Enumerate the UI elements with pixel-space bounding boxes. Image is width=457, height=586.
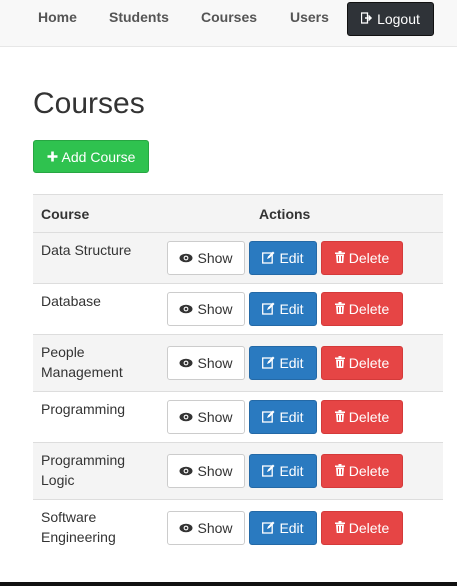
course-name: Database xyxy=(33,283,167,335)
table-row: Programming Show Edit Delete xyxy=(33,391,443,443)
column-header-course: Course xyxy=(33,194,167,233)
edit-icon xyxy=(262,464,275,479)
course-name: Data Structure xyxy=(33,232,167,284)
edit-button[interactable]: Edit xyxy=(249,400,317,434)
delete-button[interactable]: Delete xyxy=(321,346,403,380)
navbar: Home Students Courses Users Logout xyxy=(0,0,457,47)
eye-icon xyxy=(179,356,193,370)
edit-icon xyxy=(262,356,275,371)
trash-icon xyxy=(334,251,345,265)
logout-button[interactable]: Logout xyxy=(347,2,434,36)
edit-icon xyxy=(262,302,275,317)
delete-button[interactable]: Delete xyxy=(321,511,403,546)
nav-home[interactable]: Home xyxy=(38,8,77,26)
delete-button[interactable]: Delete xyxy=(321,241,403,275)
show-button[interactable]: Show xyxy=(167,454,245,488)
show-button[interactable]: Show xyxy=(167,511,245,546)
table-row: Database Show Edit Delete xyxy=(33,283,443,335)
course-name: Software Engineering xyxy=(33,499,167,557)
table-row: People Management Show Edit Delete xyxy=(33,334,443,392)
show-button[interactable]: Show xyxy=(167,400,245,434)
eye-icon xyxy=(179,302,193,316)
trash-icon xyxy=(334,302,345,316)
add-course-button[interactable]: Add Course xyxy=(33,140,149,173)
eye-icon xyxy=(179,521,193,535)
courses-table: Course Actions Data Structure Show Edit … xyxy=(33,194,443,557)
course-name: People Management xyxy=(33,334,167,392)
edit-icon xyxy=(262,251,275,266)
delete-button[interactable]: Delete xyxy=(321,292,403,326)
edit-icon xyxy=(262,410,275,425)
table-row: Data Structure Show Edit Delete xyxy=(33,232,443,284)
table-row: Programming Logic Show Edit Delete xyxy=(33,442,443,500)
show-button[interactable]: Show xyxy=(167,346,245,380)
edit-button[interactable]: Edit xyxy=(249,292,317,326)
show-button[interactable]: Show xyxy=(167,241,245,275)
add-course-label: Add Course xyxy=(61,148,136,165)
trash-icon xyxy=(334,410,345,424)
delete-button[interactable]: Delete xyxy=(321,400,403,434)
nav-users[interactable]: Users xyxy=(290,8,329,26)
edit-icon xyxy=(262,521,275,536)
edit-button[interactable]: Edit xyxy=(249,346,317,380)
table-row: Software Engineering Show Edit Delete xyxy=(33,499,443,557)
eye-icon xyxy=(179,251,193,265)
page-title: Courses xyxy=(33,87,145,120)
nav-courses[interactable]: Courses xyxy=(201,8,257,26)
bottom-border xyxy=(0,582,457,586)
eye-icon xyxy=(179,410,193,424)
show-button[interactable]: Show xyxy=(167,292,245,326)
column-header-actions: Actions xyxy=(167,194,443,233)
course-name: Programming Logic xyxy=(33,442,167,500)
edit-button[interactable]: Edit xyxy=(249,454,317,488)
trash-icon xyxy=(334,464,345,478)
nav-students[interactable]: Students xyxy=(109,8,169,26)
course-name: Programming xyxy=(33,391,167,443)
sign-out-icon xyxy=(360,12,373,26)
logout-label: Logout xyxy=(377,11,420,27)
edit-button[interactable]: Edit xyxy=(249,511,317,546)
trash-icon xyxy=(334,521,345,535)
edit-button[interactable]: Edit xyxy=(249,241,317,275)
plus-icon xyxy=(47,150,58,164)
trash-icon xyxy=(334,356,345,370)
eye-icon xyxy=(179,464,193,478)
delete-button[interactable]: Delete xyxy=(321,454,403,488)
